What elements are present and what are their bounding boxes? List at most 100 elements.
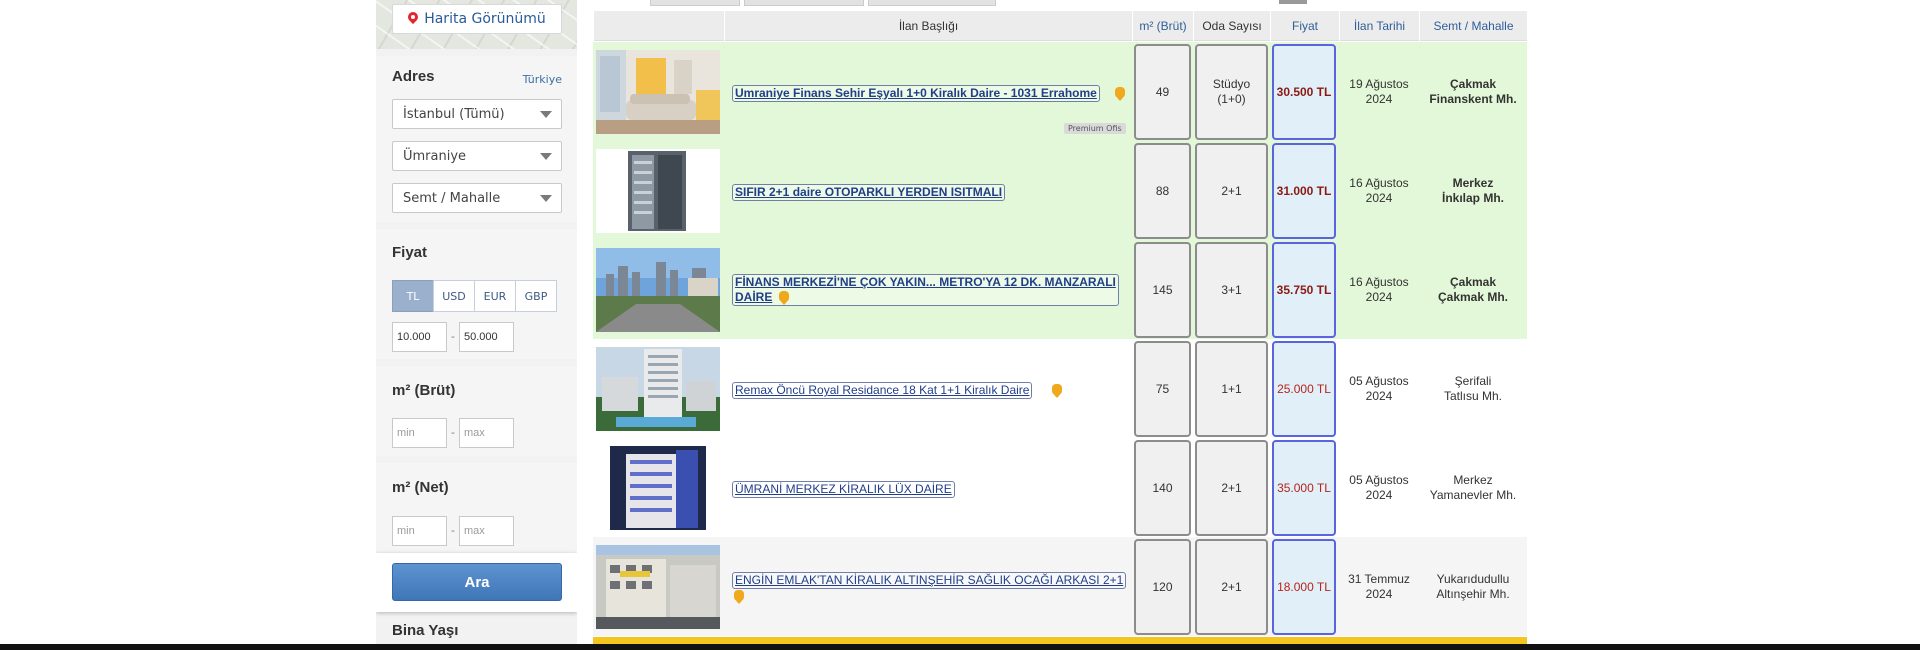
header-date[interactable]: İlan Tarihi <box>1339 11 1419 41</box>
currency-toggle: TL USD EUR GBP <box>392 280 557 312</box>
district-value: Ümraniye <box>403 149 467 164</box>
chevron-down-icon <box>540 153 552 160</box>
date-line1: 16 Ağustos <box>1349 175 1409 190</box>
address-title: Adres <box>392 68 435 85</box>
m2-net-max-input[interactable]: max <box>459 516 514 546</box>
date-cell: 31 Temmuz 2024 <box>1341 537 1417 636</box>
screen-bottom-edge <box>0 644 1920 650</box>
district-select[interactable]: Ümraniye <box>392 141 562 171</box>
view-tab[interactable] <box>650 0 740 6</box>
location-cell: Merkez Yamanevler Mh. <box>1421 438 1525 537</box>
listing-title-link[interactable]: SIFIR 2+1 daire OTOPARKLI YERDEN ISITMAL… <box>732 184 1006 201</box>
map-preview: Harita Görünümü <box>376 0 577 49</box>
header-m2[interactable]: m² (Brüt) <box>1132 11 1193 41</box>
listing-title-line1: FİNANS MERKEZİ'NE ÇOK YAKIN... METRO'YA … <box>735 275 1116 289</box>
price-cell: 35.000 TL <box>1272 440 1336 536</box>
currency-gbp-button[interactable]: GBP <box>515 280 557 312</box>
table-row[interactable]: ÜMRANİ MERKEZ KİRALIK LÜX DAİRE 140 2+1 … <box>593 438 1527 537</box>
price-min-input[interactable]: 10.000 <box>392 322 447 352</box>
price-cell: 30.500 TL <box>1272 44 1336 140</box>
listing-title: SIFIR 2+1 daire OTOPARKLI YERDEN ISITMAL… <box>735 185 1003 199</box>
date-line1: 05 Ağustos <box>1349 472 1409 487</box>
listing-thumbnail[interactable] <box>596 545 720 629</box>
loc-line2: Tatlısu Mh. <box>1443 388 1503 403</box>
listing-title: Remax Öncü Royal Residance 18 Kat 1+1 Ki… <box>735 383 1030 397</box>
bottom-accent-bar <box>593 637 1527 644</box>
date-cell: 05 Ağustos 2024 <box>1341 339 1417 438</box>
listing-title-link[interactable]: ÜMRANİ MERKEZ KİRALIK LÜX DAİRE <box>732 481 955 498</box>
date-line2: 2024 <box>1365 586 1393 601</box>
m2-gross-title: m² (Brüt) <box>392 382 456 399</box>
view-tab[interactable] <box>868 0 996 6</box>
listing-photo <box>596 545 720 629</box>
search-button[interactable]: Ara <box>392 563 562 601</box>
chevron-down-icon <box>540 195 552 202</box>
placeholder-min: min <box>397 427 415 439</box>
search-panel: Ara <box>376 553 577 612</box>
loc-line1: Çakmak <box>1449 274 1497 289</box>
rooms-line1: Stüdyo <box>1212 77 1251 91</box>
price-max-input[interactable]: 50.000 <box>459 322 514 352</box>
listing-photo <box>596 347 720 431</box>
view-tab[interactable] <box>744 0 864 6</box>
m2-net-min-input[interactable]: min <box>392 516 447 546</box>
location-pin-icon <box>408 12 418 26</box>
m2-cell: 49 <box>1134 44 1191 140</box>
date-line2: 2024 <box>1365 91 1393 106</box>
listing-title: ÜMRANİ MERKEZ KİRALIK LÜX DAİRE <box>735 482 952 496</box>
listing-title-link[interactable]: FİNANS MERKEZİ'NE ÇOK YAKIN... METRO'YA … <box>732 274 1119 306</box>
m2-net-title: m² (Net) <box>392 479 449 496</box>
table-row[interactable]: ENGİN EMLAK'TAN KİRALIK ALTINŞEHİR SAĞLI… <box>593 537 1527 636</box>
range-separator: - <box>451 426 455 439</box>
country-link[interactable]: Türkiye <box>523 73 562 86</box>
m2-gross-min-input[interactable]: min <box>392 418 447 448</box>
m2-cell: 75 <box>1134 341 1191 437</box>
m2-gross-max-input[interactable]: max <box>459 418 514 448</box>
listing-title-link[interactable]: Remax Öncü Royal Residance 18 Kat 1+1 Ki… <box>732 382 1033 399</box>
currency-usd-button[interactable]: USD <box>433 280 475 312</box>
date-cell: 19 Ağustos 2024 <box>1341 42 1417 141</box>
location-cell: Yukarıdudullu Altınşehir Mh. <box>1421 537 1525 636</box>
listing-title-line2: DAİRE <box>735 290 773 304</box>
header-rooms[interactable]: Oda Sayısı <box>1193 11 1270 41</box>
placeholder-max: max <box>464 427 485 439</box>
header-price[interactable]: Fiyat <box>1270 11 1339 41</box>
loc-line1: Merkez <box>1453 472 1493 487</box>
table-row[interactable]: SIFIR 2+1 daire OTOPARKLI YERDEN ISITMAL… <box>593 141 1527 240</box>
loc-line2: Çakmak Mh. <box>1437 289 1509 304</box>
currency-eur-button[interactable]: EUR <box>474 280 516 312</box>
rooms-cell: 2+1 <box>1195 143 1268 239</box>
listing-title-link[interactable]: ENGİN EMLAK'TAN KİRALIK ALTINŞEHİR SAĞLI… <box>732 572 1127 589</box>
loc-line1: Şerifali <box>1454 373 1492 388</box>
map-view-label: Harita Görünümü <box>424 11 546 27</box>
listing-title-link[interactable]: Umraniye Finans Sehir Eşyalı 1+0 Kiralık… <box>732 85 1100 102</box>
listing-thumbnail[interactable] <box>596 149 720 233</box>
map-view-button[interactable]: Harita Görünümü <box>392 4 562 34</box>
listing-photo <box>596 149 720 233</box>
rooms-cell: Stüdyo (1+0) <box>1195 44 1268 140</box>
table-row[interactable]: Umraniye Finans Sehir Eşyalı 1+0 Kiralık… <box>593 42 1527 141</box>
currency-tl-button[interactable]: TL <box>392 280 434 312</box>
listing-photo <box>596 50 720 134</box>
listing-photo <box>596 248 720 332</box>
listing-thumbnail[interactable] <box>596 446 720 530</box>
table-row[interactable]: Remax Öncü Royal Residance 18 Kat 1+1 Ki… <box>593 339 1527 438</box>
comment-badge-icon <box>1052 384 1062 395</box>
province-select[interactable]: İstanbul (Tümü) <box>392 99 562 129</box>
loc-line1: Merkez <box>1452 175 1494 190</box>
header-location[interactable]: Semt / Mahalle <box>1419 11 1527 41</box>
loc-line2: İnkılap Mh. <box>1441 190 1504 205</box>
listing-thumbnail[interactable] <box>596 347 720 431</box>
table-row[interactable]: FİNANS MERKEZİ'NE ÇOK YAKIN... METRO'YA … <box>593 240 1527 339</box>
listing-thumbnail[interactable] <box>596 50 720 134</box>
header-title[interactable]: İlan Başlığı <box>724 11 1132 41</box>
price-filter: Fiyat TL USD EUR GBP 10.000 - 50.000 <box>376 229 577 359</box>
location-cell: Çakmak Çakmak Mh. <box>1421 240 1525 339</box>
price-cell: 25.000 TL <box>1272 341 1336 437</box>
header-photo <box>593 11 724 41</box>
range-separator: - <box>451 524 455 537</box>
loc-line2: Altınşehir Mh. <box>1436 586 1510 601</box>
neighborhood-select[interactable]: Semt / Mahalle <box>392 183 562 213</box>
listing-thumbnail[interactable] <box>596 248 720 332</box>
listing-title: Umraniye Finans Sehir Eşyalı 1+0 Kiralık… <box>735 86 1097 100</box>
